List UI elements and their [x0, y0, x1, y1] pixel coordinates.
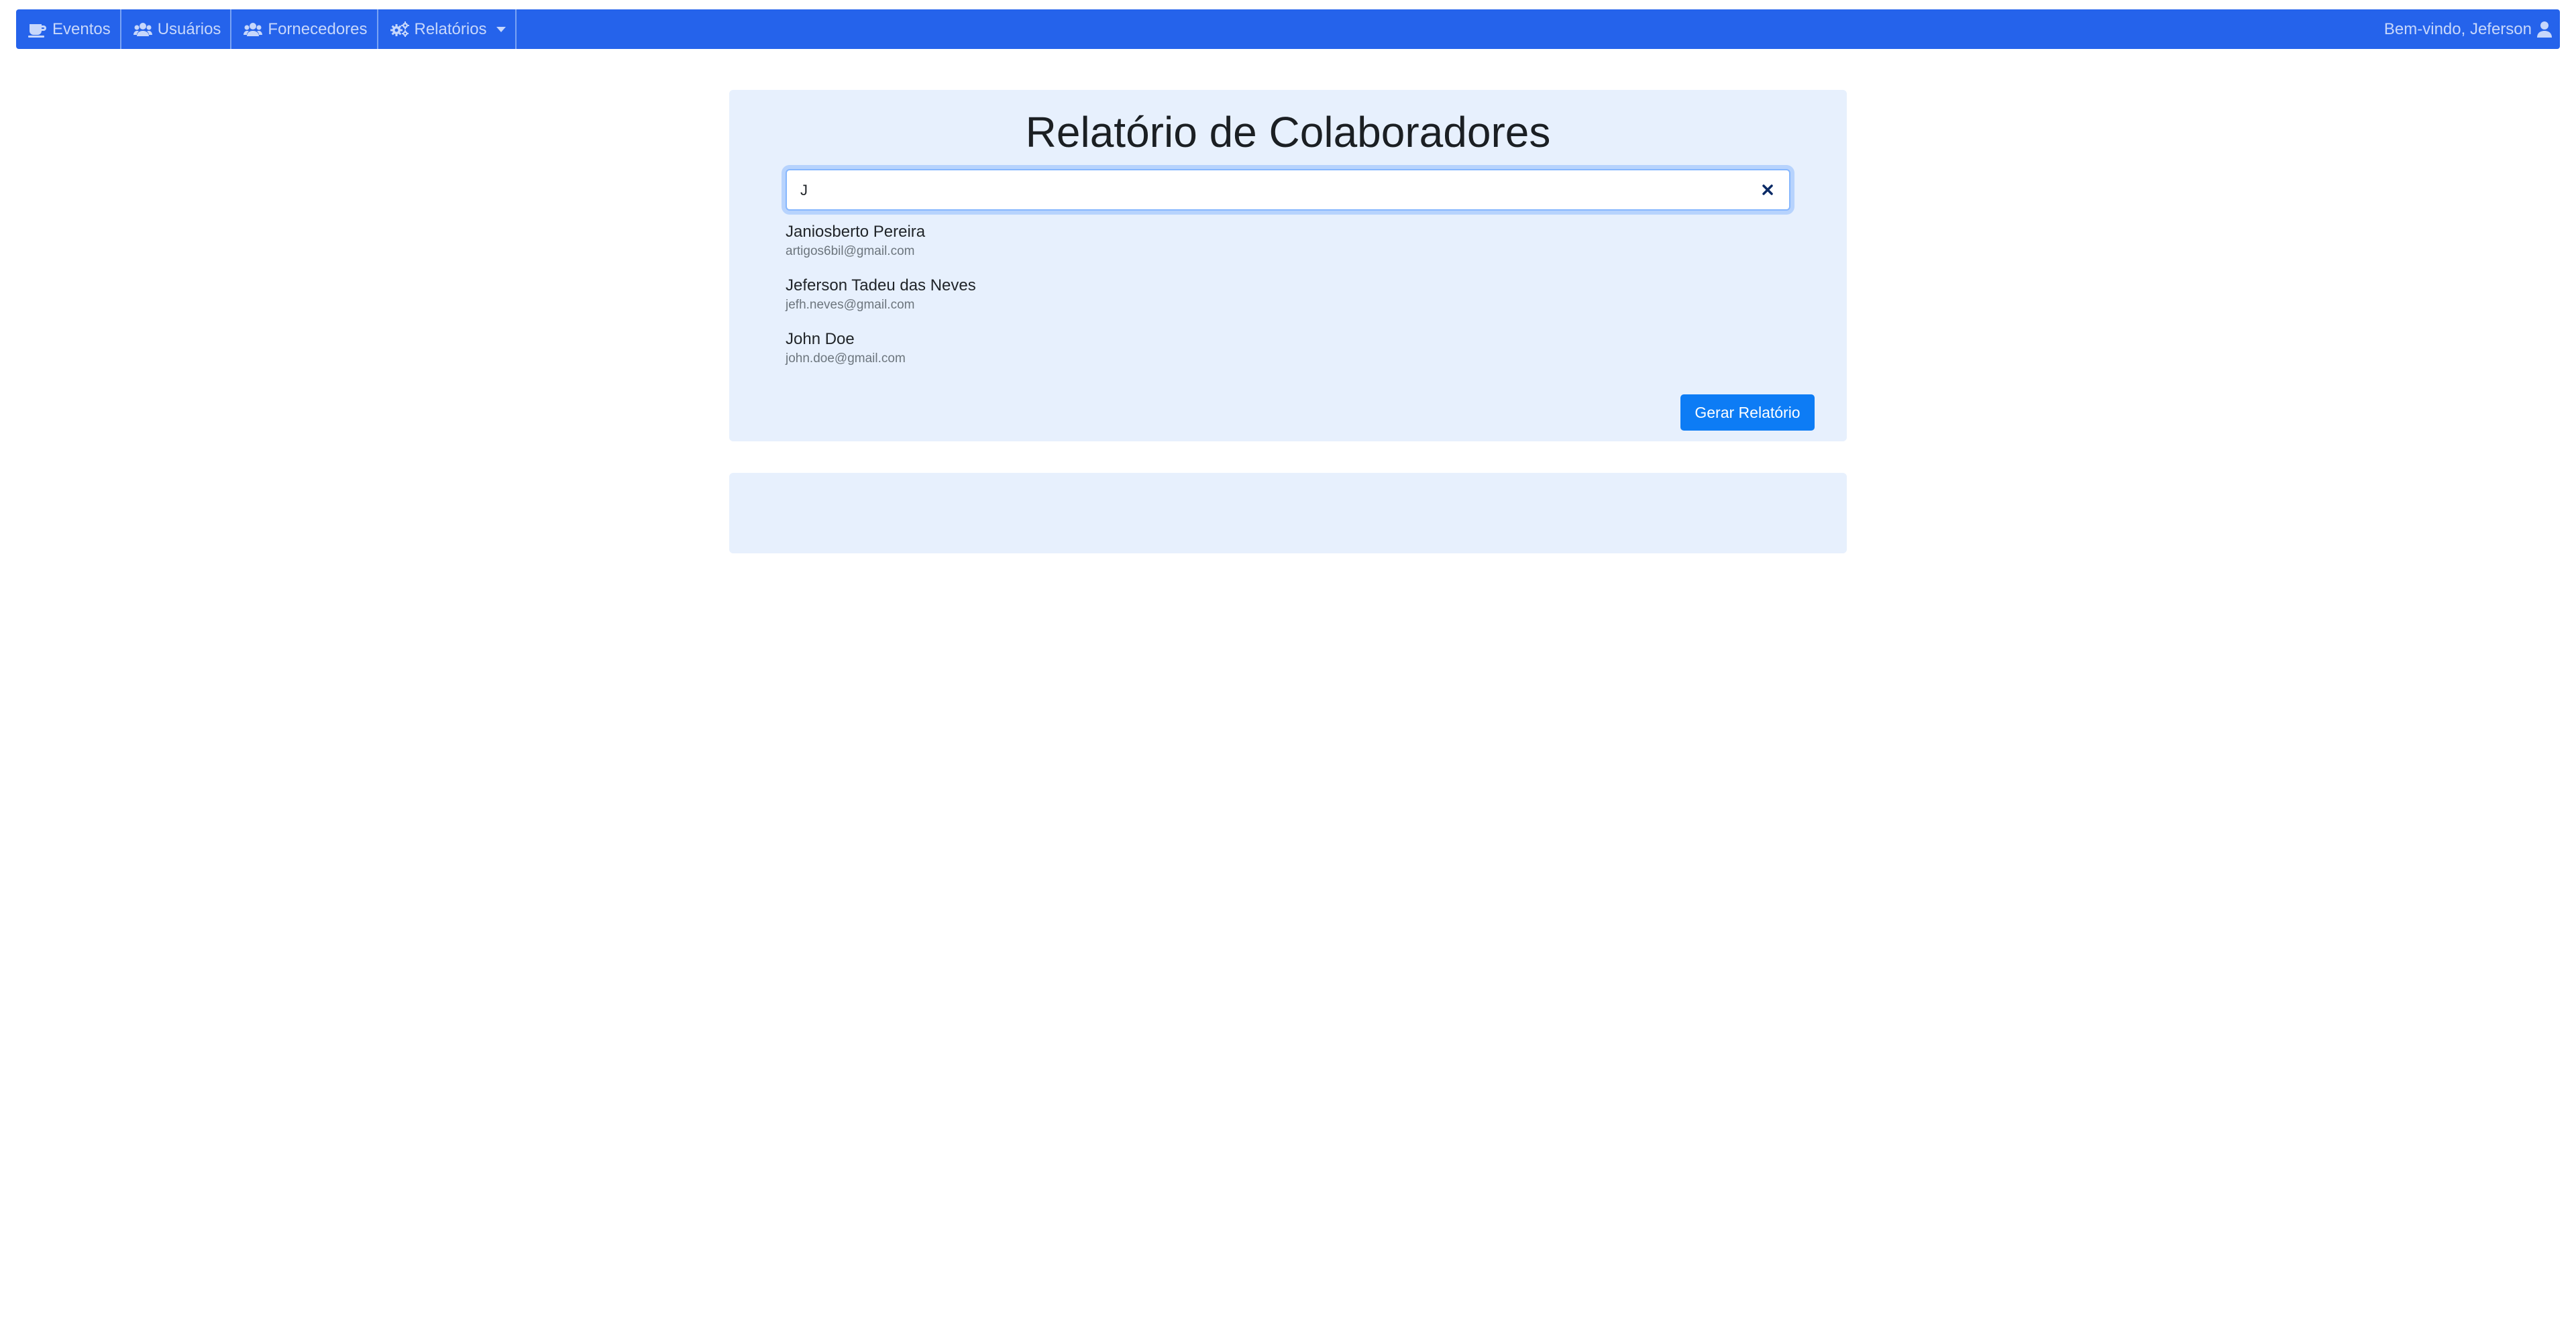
top-navbar: Eventos Usuários Fornecedores Relatórios… [16, 9, 2560, 49]
cogs-icon [390, 21, 409, 37]
result-name: Janiosberto Pereira [786, 223, 926, 241]
result-email: artigos6bil@gmail.com [786, 244, 915, 258]
nav-item-usuarios[interactable]: Usuários [121, 9, 232, 49]
search-input[interactable] [799, 170, 1741, 211]
nav-item-fornecedores[interactable]: Fornecedores [231, 9, 378, 49]
nav-item-label: Eventos [52, 19, 111, 38]
result-email: john.doe@gmail.com [786, 351, 906, 366]
page-title: Relatório de Colaboradores [1025, 108, 1551, 156]
users-icon [244, 22, 263, 36]
nav-item-label: Fornecedores [268, 19, 368, 38]
nav-menu: Eventos Usuários Fornecedores Relatórios [16, 9, 517, 49]
search-box [786, 169, 1790, 211]
user-menu[interactable]: Bem-vindo, Jeferson [2384, 9, 2552, 49]
list-item[interactable]: Janiosberto Pereira artigos6bil@gmail.co… [786, 221, 1389, 275]
list-item[interactable]: Jeferson Tadeu das Neves jefh.neves@gmai… [786, 275, 1389, 329]
report-panel: Relatório de Colaboradores Janiosberto P… [729, 90, 1847, 441]
result-name: John Doe [786, 330, 855, 348]
list-item[interactable]: John Doe john.doe@gmail.com [786, 329, 1389, 382]
nav-item-label: Usuários [157, 19, 221, 38]
user-icon [2537, 21, 2552, 38]
report-result-panel [729, 473, 1847, 553]
result-email: jefh.neves@gmail.com [786, 298, 915, 312]
welcome-text: Bem-vindo, Jeferson [2383, 19, 2532, 38]
nav-item-relatorios[interactable]: Relatórios [378, 9, 517, 49]
chevron-down-icon [496, 26, 506, 32]
coffee-icon [28, 23, 46, 38]
users-icon [133, 22, 152, 36]
nav-item-label: Relatórios [414, 19, 487, 38]
nav-item-eventos[interactable]: Eventos [16, 9, 121, 49]
generate-report-button[interactable]: Gerar Relatório [1680, 394, 1815, 431]
result-name: Jeferson Tadeu das Neves [786, 276, 976, 294]
close-icon[interactable] [1758, 180, 1777, 199]
search-results-list: Janiosberto Pereira artigos6bil@gmail.co… [786, 221, 1389, 382]
